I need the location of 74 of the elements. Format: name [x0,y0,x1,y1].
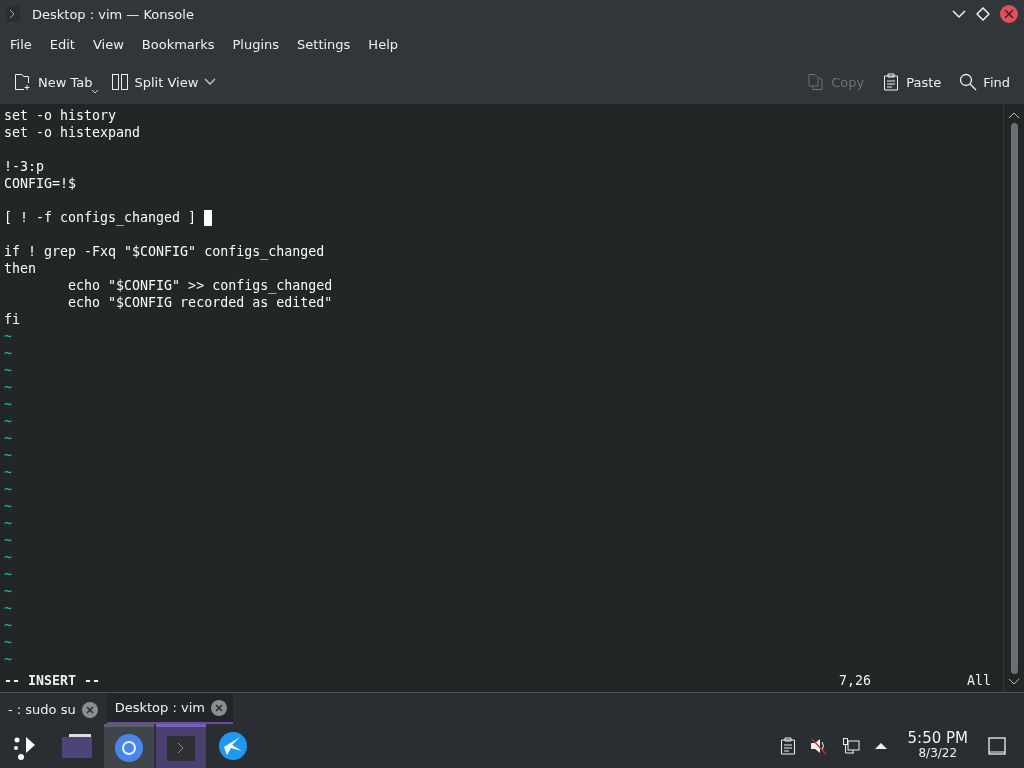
muted-speaker-icon[interactable] [809,737,828,755]
window-title: Desktop : vim — Konsole [32,6,195,22]
code-line: echo "$CONFIG" >> configs_changed [67,277,333,294]
empty-line-marker: ~ [4,600,12,617]
empty-line-marker: ~ [4,328,12,345]
scroll-position: All [966,672,991,688]
split-view-icon [110,73,129,91]
empty-line-marker: ~ [4,549,12,566]
empty-line-marker: ~ [4,345,12,362]
find-button[interactable]: Find [951,69,1018,95]
app-icon [6,6,20,22]
paste-icon [882,73,901,91]
code-line: [ ! -f configs_changed ] [4,209,198,226]
empty-line-marker: ~ [4,583,12,600]
empty-line-marker: ~ [4,532,12,549]
empty-line-marker: ~ [4,362,12,379]
new-tab-icon [14,73,32,91]
empty-line-marker: ~ [4,651,12,668]
empty-line-marker: ~ [4,447,12,464]
cursor-position: 7,26 [838,672,872,688]
show-desktop-icon[interactable] [988,737,1006,755]
code-line: CONFIG=!$ [4,175,77,192]
code-line: set -o histexpand [4,124,141,141]
browser-icon [114,732,144,763]
network-icon[interactable] [841,737,860,755]
code-line: echo "$CONFIG recorded as edited" [67,294,333,311]
paste-button[interactable]: Paste [874,69,950,95]
menu-item[interactable]: File [1,36,41,52]
bird-icon [218,731,248,761]
browser-task[interactable] [104,724,154,768]
clipboard-icon[interactable] [779,737,796,755]
empty-line-marker: ~ [4,430,12,447]
copy-icon [807,73,826,91]
terminal-tab[interactable]: Desktop : vim [106,693,233,724]
menu-item[interactable]: Plugins [223,36,289,52]
empty-line-marker: ~ [4,634,12,651]
empty-line-marker: ~ [4,566,12,583]
menu-item[interactable]: Edit [40,36,84,52]
close-icon[interactable] [81,701,98,718]
clock-date[interactable]: 8/3/22 [918,746,958,761]
new-tab-button[interactable]: New Tab [6,69,101,95]
empty-line-marker: ~ [4,413,12,430]
code-line: if ! grep -Fxq "$CONFIG" configs_changed [4,243,325,260]
scroll-down-icon[interactable] [1008,678,1020,686]
close-icon[interactable] [210,699,227,716]
close-icon[interactable] [1000,5,1018,23]
menu-item[interactable]: Help [359,36,407,52]
empty-line-marker: ~ [4,498,12,515]
minimize-icon[interactable] [952,9,966,19]
empty-line-marker: ~ [4,481,12,498]
empty-line-marker: ~ [4,464,12,481]
empty-line-marker: ~ [4,396,12,413]
code-line: !-3:p [4,158,45,175]
menu-item[interactable]: Bookmarks [132,36,224,52]
menu-item[interactable]: Settings [288,36,360,52]
maximize-icon[interactable] [976,7,990,21]
empty-line-marker: ~ [4,617,12,634]
code-line: then [4,260,37,277]
code-line: fi [4,311,20,328]
search-icon [959,73,978,91]
expand-tray-icon[interactable] [873,742,888,750]
scrollbar-thumb[interactable] [1010,123,1018,674]
split-view-button[interactable]: Split View [102,69,225,95]
caret-icon [204,78,217,86]
terminal-tab[interactable]: - : sudo su [0,695,104,724]
empty-line-marker: ~ [4,515,12,532]
vim-mode: -- INSERT -- [4,672,102,688]
menu-item[interactable]: View [83,36,133,52]
empty-line-marker: ~ [4,379,12,396]
folder-icon [61,732,93,760]
clock-time[interactable]: 5:50 PM [907,731,968,746]
scroll-up-icon[interactable] [1008,111,1020,119]
caret-icon [92,90,98,94]
code-line: set -o history [4,107,117,124]
